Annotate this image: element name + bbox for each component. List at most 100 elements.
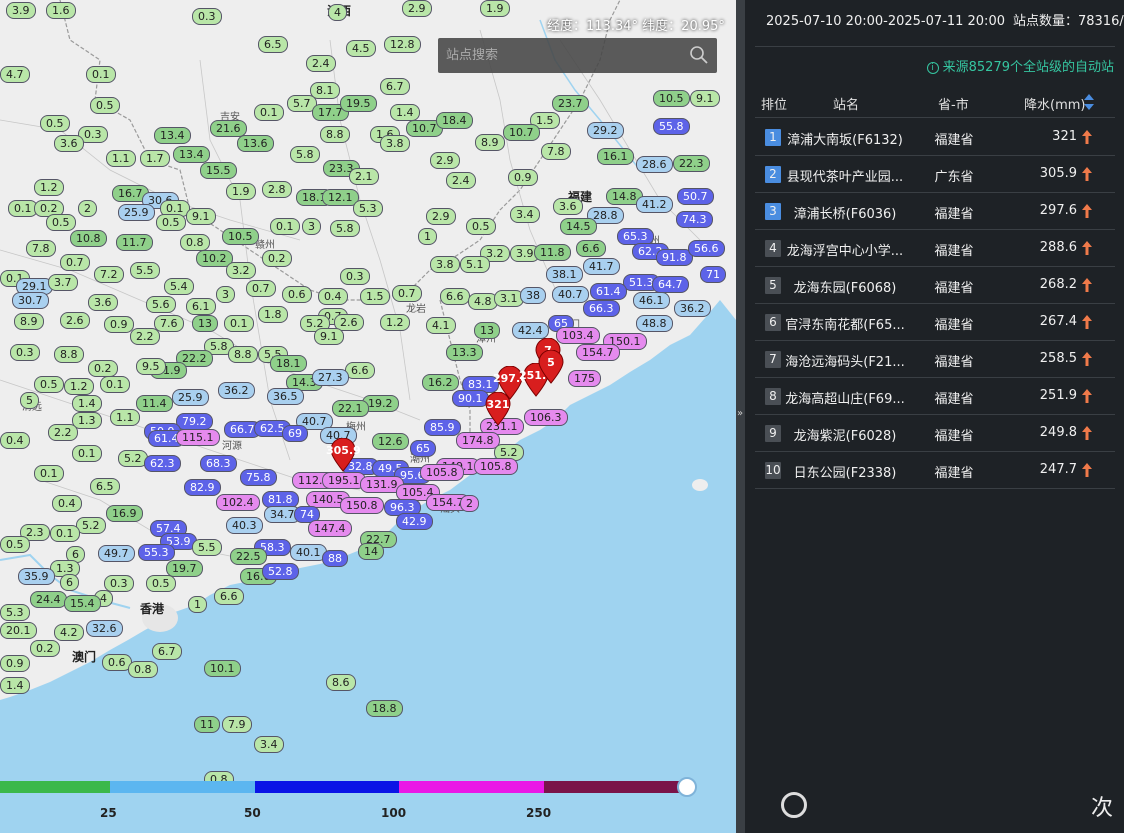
station-value[interactable]: 0.7 xyxy=(392,285,422,302)
station-value[interactable]: 40.3 xyxy=(226,517,263,534)
station-value[interactable]: 1.1 xyxy=(110,409,140,426)
station-value[interactable]: 5.8 xyxy=(290,146,320,163)
station-value[interactable]: 3.8 xyxy=(430,256,460,273)
station-value[interactable]: 2.2 xyxy=(48,424,78,441)
station-value[interactable]: 2.9 xyxy=(402,0,432,17)
station-value[interactable]: 14.5 xyxy=(560,218,597,235)
station-value[interactable]: 82.9 xyxy=(184,479,221,496)
station-value[interactable]: 3.4 xyxy=(510,206,540,223)
station-value[interactable]: 0.2 xyxy=(262,250,292,267)
station-value[interactable]: 0.8 xyxy=(180,234,210,251)
station-value[interactable]: 8.6 xyxy=(326,674,356,691)
station-value[interactable]: 12.8 xyxy=(384,36,421,53)
station-value[interactable]: 3 xyxy=(302,218,321,235)
station-value[interactable]: 105.8 xyxy=(420,464,464,481)
station-value[interactable]: 3.6 xyxy=(553,198,583,215)
station-value[interactable]: 42.9 xyxy=(396,513,433,530)
station-value[interactable]: 3.6 xyxy=(54,135,84,152)
station-value[interactable]: 7.2 xyxy=(94,266,124,283)
station-value[interactable]: 6.7 xyxy=(152,643,182,660)
station-value[interactable]: 85.9 xyxy=(424,419,461,436)
search-icon[interactable] xyxy=(689,45,709,65)
station-value[interactable]: 0.3 xyxy=(340,268,370,285)
station-value[interactable]: 6.5 xyxy=(258,36,288,53)
station-value[interactable]: 5 xyxy=(20,392,39,409)
station-value[interactable]: 29.2 xyxy=(587,122,624,139)
station-value[interactable]: 62.3 xyxy=(144,455,181,472)
station-value[interactable]: 103.4 xyxy=(556,327,600,344)
table-row[interactable]: 9 龙海紫泥(F6028) 福建省 249.8 xyxy=(755,415,1115,452)
station-value[interactable]: 5.6 xyxy=(146,296,176,313)
station-value[interactable]: 46.1 xyxy=(633,292,670,309)
station-value[interactable]: 6 xyxy=(60,574,79,591)
station-value[interactable]: 105.8 xyxy=(474,458,518,475)
station-value[interactable]: 22.5 xyxy=(230,548,267,565)
station-value[interactable]: 4.8 xyxy=(468,293,498,310)
station-value[interactable]: 11.4 xyxy=(136,395,173,412)
station-value[interactable]: 174.8 xyxy=(456,432,500,449)
station-value[interactable]: 27.3 xyxy=(312,369,349,386)
station-value[interactable]: 2.2 xyxy=(130,328,160,345)
station-value[interactable]: 0.1 xyxy=(34,465,64,482)
station-value[interactable]: 1.5 xyxy=(360,288,390,305)
table-row[interactable]: 6 官浔东南花都(F65... 福建省 267.4 xyxy=(755,304,1115,341)
station-value[interactable]: 6.7 xyxy=(380,78,410,95)
station-value[interactable]: 10.5 xyxy=(653,90,690,107)
station-value[interactable]: 1.7 xyxy=(140,150,170,167)
station-value[interactable]: 6.6 xyxy=(214,588,244,605)
station-value[interactable]: 0.2 xyxy=(30,640,60,657)
station-value[interactable]: 9.5 xyxy=(136,358,166,375)
station-value[interactable]: 102.4 xyxy=(216,494,260,511)
table-row[interactable]: 5 龙海东园(F6068) 福建省 268.2 xyxy=(755,267,1115,304)
station-value[interactable]: 3 xyxy=(216,286,235,303)
station-value[interactable]: 88 xyxy=(322,550,348,567)
station-value[interactable]: 65 xyxy=(410,440,436,457)
station-value[interactable]: 32.6 xyxy=(86,620,123,637)
max-rain-pin[interactable]: 305.9 xyxy=(326,437,361,472)
station-value[interactable]: 6.6 xyxy=(576,240,606,257)
station-value[interactable]: 21.6 xyxy=(210,120,247,137)
station-value[interactable]: 7.8 xyxy=(541,143,571,160)
station-value[interactable]: 0.7 xyxy=(246,280,276,297)
station-value[interactable]: 74.3 xyxy=(676,211,713,228)
station-value[interactable]: 175 xyxy=(568,370,601,387)
station-value[interactable]: 1.6 xyxy=(46,2,76,19)
station-value[interactable]: 1 xyxy=(418,228,437,245)
station-value[interactable]: 195.1 xyxy=(322,472,366,489)
station-value[interactable]: 16.9 xyxy=(106,505,143,522)
station-value[interactable]: 1 xyxy=(188,596,207,613)
station-value[interactable]: 0.1 xyxy=(100,376,130,393)
station-value[interactable]: 11 xyxy=(194,716,220,733)
station-value[interactable]: 41.7 xyxy=(583,258,620,275)
station-value[interactable]: 24.4 xyxy=(30,591,67,608)
station-value[interactable]: 9.1 xyxy=(690,90,720,107)
station-value[interactable]: 66.3 xyxy=(583,300,620,317)
station-value[interactable]: 42.4 xyxy=(512,322,549,339)
station-value[interactable]: 61.4 xyxy=(590,283,627,300)
station-value[interactable]: 36.2 xyxy=(674,300,711,317)
station-value[interactable]: 52.8 xyxy=(262,563,299,580)
station-value[interactable]: 10.8 xyxy=(70,230,107,247)
station-value[interactable]: 22.1 xyxy=(332,400,369,417)
station-value[interactable]: 6.6 xyxy=(440,288,470,305)
station-value[interactable]: 0.8 xyxy=(128,661,158,678)
station-value[interactable]: 2.4 xyxy=(446,172,476,189)
station-value[interactable]: 75.8 xyxy=(240,469,277,486)
station-value[interactable]: 5.8 xyxy=(330,220,360,237)
table-row[interactable]: 10 日东公园(F2338) 福建省 247.7 xyxy=(755,452,1115,489)
station-value[interactable]: 0.5 xyxy=(0,536,30,553)
station-value[interactable]: 0.1 xyxy=(86,66,116,83)
station-value[interactable]: 18.1 xyxy=(270,355,307,372)
station-value[interactable]: 11.8 xyxy=(534,244,571,261)
station-value[interactable]: 0.1 xyxy=(270,218,300,235)
station-value[interactable]: 38.1 xyxy=(546,266,583,283)
station-value[interactable]: 0.9 xyxy=(104,316,134,333)
station-value[interactable]: 36.2 xyxy=(218,382,255,399)
table-row[interactable]: 7 海沧远海码头(F21... 福建省 258.5 xyxy=(755,341,1115,378)
station-value[interactable]: 0.4 xyxy=(52,495,82,512)
station-value[interactable]: 2.8 xyxy=(262,181,292,198)
station-value[interactable]: 0.9 xyxy=(508,169,538,186)
station-value[interactable]: 71 xyxy=(700,266,726,283)
station-value[interactable]: 8.8 xyxy=(228,346,258,363)
station-value[interactable]: 0.3 xyxy=(104,575,134,592)
